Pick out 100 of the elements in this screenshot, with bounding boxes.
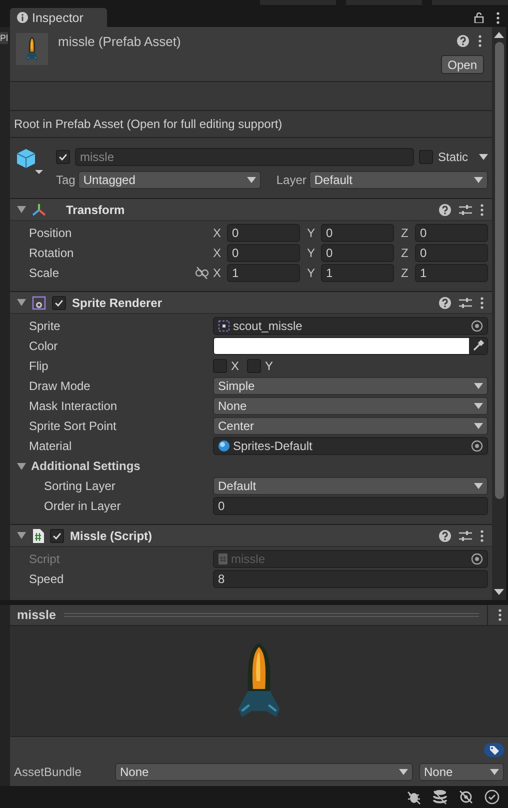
- color-swatch[interactable]: [214, 338, 469, 354]
- bug-icon[interactable]: [406, 789, 422, 805]
- dropdown[interactable]: Center: [213, 417, 488, 435]
- checkbox-label: Y: [265, 359, 274, 373]
- checkbox-label: X: [231, 359, 240, 373]
- sprite-icon: [218, 320, 230, 332]
- property-label: Rotation: [29, 246, 74, 260]
- help-icon[interactable]: [439, 296, 451, 308]
- eyedropper-icon[interactable]: [472, 340, 484, 352]
- component-title[interactable]: Missle (Script): [70, 528, 152, 542]
- property-label: Scale: [29, 266, 60, 280]
- dropdown[interactable]: None: [213, 397, 488, 415]
- object-field[interactable]: scout_missle: [213, 317, 488, 335]
- more-icon[interactable]: [496, 12, 500, 24]
- property-label: Speed: [29, 572, 64, 586]
- lock-icon[interactable]: [474, 12, 484, 23]
- help-icon[interactable]: [457, 35, 469, 47]
- layer-dropdown[interactable]: Default: [309, 170, 488, 188]
- dropdown[interactable]: Simple: [213, 377, 488, 395]
- help-icon[interactable]: [439, 530, 451, 542]
- script-icon: [32, 528, 44, 542]
- axis-label: X: [213, 226, 222, 240]
- scroll-down-icon[interactable]: [494, 588, 504, 596]
- number-field[interactable]: 0: [321, 224, 394, 242]
- inspector-tab[interactable]: Inspector: [10, 8, 108, 27]
- number-field[interactable]: 1: [321, 264, 394, 282]
- preview-title: missle: [17, 608, 56, 622]
- sprite-renderer-icon: [32, 296, 46, 310]
- scrollbar[interactable]: [492, 27, 506, 600]
- tag-label: Tag: [56, 172, 76, 186]
- name-field[interactable]: missle: [75, 148, 414, 166]
- foldout-arrow-icon[interactable]: [17, 462, 26, 470]
- static-checkbox[interactable]: [418, 150, 433, 164]
- static-label: Static: [438, 150, 468, 164]
- dropdown-caret-icon: [474, 483, 483, 489]
- scroll-up-icon[interactable]: [494, 31, 504, 39]
- dropdown[interactable]: Default: [213, 477, 488, 495]
- number-field[interactable]: 0: [415, 244, 488, 262]
- more-icon[interactable]: [478, 35, 482, 47]
- dropdown-caret-icon: [474, 423, 483, 429]
- axis-label: X: [213, 246, 222, 260]
- number-field[interactable]: 1: [227, 264, 300, 282]
- number-field[interactable]: 0: [213, 497, 488, 515]
- sphere-icon: [218, 440, 230, 452]
- help-icon[interactable]: [439, 204, 451, 216]
- variant-dropdown[interactable]: None: [419, 763, 504, 781]
- number-field[interactable]: 0: [321, 244, 394, 262]
- notice-text: Root in Prefab Asset (Open for full editing support): [14, 117, 282, 131]
- property-label: Mask Interaction: [29, 399, 118, 413]
- property-label: Flip: [29, 359, 48, 373]
- checkbox[interactable]: [213, 359, 227, 373]
- object-picker-icon[interactable]: [471, 440, 483, 452]
- number-field[interactable]: 0: [415, 224, 488, 242]
- axes-icon: [32, 202, 46, 216]
- database-icon[interactable]: [432, 789, 448, 805]
- tag-dropdown[interactable]: Untagged: [78, 170, 262, 188]
- number-field[interactable]: 0: [227, 224, 300, 242]
- object-field[interactable]: Sprites-Default: [213, 437, 488, 455]
- open-button[interactable]: Open: [440, 55, 484, 74]
- network-icon[interactable]: [458, 789, 474, 805]
- sliders-icon[interactable]: [459, 204, 472, 216]
- layer-label: Layer: [276, 172, 306, 186]
- property-label: Draw Mode: [29, 379, 90, 393]
- asset-bundle-dropdown[interactable]: None: [115, 763, 413, 781]
- more-icon[interactable]: [498, 609, 502, 621]
- rocket-icon: [26, 36, 38, 62]
- sliders-icon[interactable]: [459, 530, 472, 542]
- property-label: Sprite: [29, 319, 60, 333]
- property-label: Color: [29, 339, 58, 353]
- property-label: Material: [29, 439, 72, 453]
- label-tag-icon[interactable]: [484, 743, 504, 757]
- more-icon[interactable]: [480, 530, 484, 542]
- property-label: Position: [29, 226, 72, 240]
- number-field[interactable]: 1: [415, 264, 488, 282]
- sliders-icon[interactable]: [459, 296, 472, 308]
- active-checkbox[interactable]: [56, 150, 70, 164]
- foldout-arrow-icon[interactable]: [17, 531, 26, 540]
- enable-checkbox[interactable]: [52, 296, 66, 310]
- more-icon[interactable]: [480, 204, 484, 216]
- dropdown-caret-icon: [247, 176, 256, 182]
- checkmark-icon: [57, 151, 69, 163]
- script-file-icon: [218, 553, 228, 565]
- more-icon[interactable]: [480, 296, 484, 308]
- foldout-arrow-icon[interactable]: [17, 298, 26, 307]
- number-field[interactable]: 0: [227, 244, 300, 262]
- component-title[interactable]: Transform: [66, 202, 125, 216]
- foldout-arrow-icon[interactable]: [17, 205, 26, 214]
- cube-icon[interactable]: [16, 148, 44, 176]
- asset-title: missle (Prefab Asset): [58, 33, 182, 51]
- object-picker-icon[interactable]: [471, 320, 483, 332]
- unlinked-icon[interactable]: [195, 267, 209, 279]
- foldout-label[interactable]: Additional Settings: [31, 459, 140, 473]
- number-field[interactable]: 8: [213, 570, 488, 588]
- axis-label: Y: [307, 266, 316, 280]
- check-circle-icon[interactable]: [484, 789, 500, 805]
- asset-bundle-label: AssetBundle: [14, 765, 82, 779]
- checkbox[interactable]: [247, 359, 262, 373]
- component-title[interactable]: Sprite Renderer: [72, 296, 162, 310]
- enable-checkbox[interactable]: [50, 528, 64, 542]
- panel-tab[interactable]: Pl: [0, 32, 8, 44]
